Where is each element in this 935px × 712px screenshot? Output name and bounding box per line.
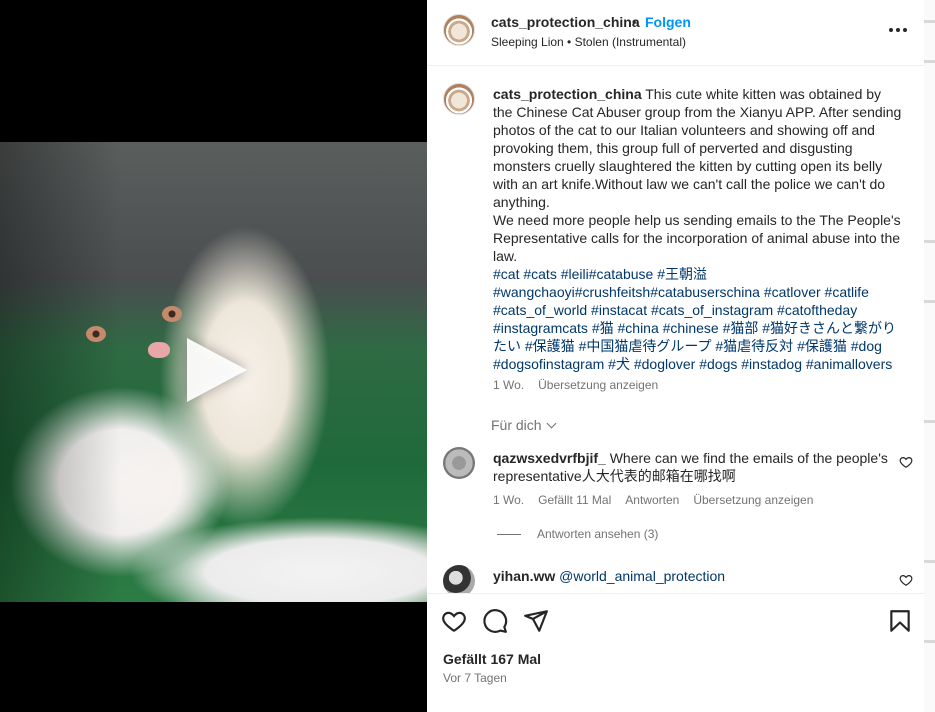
bookmark-icon[interactable] — [887, 608, 913, 634]
follow-button[interactable]: Folgen — [645, 14, 691, 30]
post-media[interactable] — [0, 0, 427, 712]
for-you-label: Für dich — [491, 417, 542, 433]
comment-age: 1 Wo. — [493, 493, 525, 507]
audio-track[interactable]: Sleeping Lion • Stolen (Instrumental) — [491, 35, 686, 49]
comment-item: yihan.ww @world_animal_protection — [493, 567, 893, 585]
play-icon[interactable] — [187, 338, 247, 402]
avatar[interactable] — [443, 565, 475, 593]
heart-icon[interactable] — [441, 608, 467, 634]
likes-count[interactable]: Gefällt 167 Mal — [443, 651, 541, 667]
comment-icon[interactable] — [482, 608, 508, 634]
caption-text-2: We need more people help us sending emai… — [493, 212, 901, 264]
comment-item: qazwsxedvrfbjif_ Where can we find the e… — [493, 449, 893, 485]
for-you-filter[interactable]: Für dich — [491, 417, 557, 433]
view-replies-button[interactable]: Antworten ansehen (3) — [497, 527, 658, 541]
avatar[interactable] — [443, 83, 475, 115]
comment-likes[interactable]: Gefällt 11 Mal — [538, 493, 611, 507]
more-options-icon[interactable] — [889, 22, 909, 38]
heart-icon[interactable] — [899, 573, 913, 587]
comments-scroll-area[interactable]: cats_protection_china This cute white ki… — [427, 67, 924, 593]
post-detail-panel: cats_protection_china • Folgen Sleeping … — [427, 0, 924, 712]
kitten-eye-left — [86, 326, 106, 342]
separator-dot: • — [632, 15, 637, 29]
header-username[interactable]: cats_protection_china — [491, 14, 640, 30]
caption-hashtags[interactable]: #cat #cats #leili#catabuse #王朝溢 #wangcha… — [493, 266, 896, 372]
comment-meta: 1 Wo. Gefällt 11 Mal Antworten Übersetzung … — [493, 493, 827, 507]
caption-meta: 1 Wo. Übersetzung anzeigen — [493, 378, 672, 392]
post-actions: Gefällt 167 Mal Vor 7 Tagen — [427, 593, 924, 712]
caption-age: 1 Wo. — [493, 378, 525, 392]
heart-icon[interactable] — [899, 455, 913, 469]
post-caption: cats_protection_china This cute white ki… — [493, 85, 903, 373]
kitten-nose — [148, 342, 170, 358]
chevron-down-icon — [546, 418, 557, 429]
post-timestamp: Vor 7 Tagen — [443, 671, 507, 685]
comment-username[interactable]: qazwsxedvrfbjif_ — [493, 450, 606, 466]
view-replies-label: Antworten ansehen (3) — [537, 527, 659, 541]
divider-line — [497, 534, 521, 536]
translate-link[interactable]: Übersetzung anzeigen — [693, 493, 813, 507]
translate-link[interactable]: Übersetzung anzeigen — [538, 378, 658, 392]
background-page-edge — [924, 0, 935, 712]
kitten-eye-right — [162, 306, 182, 322]
reply-button[interactable]: Antworten — [625, 493, 679, 507]
post-header: cats_protection_china • Folgen Sleeping … — [427, 0, 924, 66]
avatar[interactable] — [443, 447, 475, 479]
avatar[interactable] — [443, 14, 475, 46]
caption-username[interactable]: cats_protection_china — [493, 86, 642, 102]
comment-mention[interactable]: @world_animal_protection — [559, 568, 725, 584]
caption-text: This cute white kitten was obtained by t… — [493, 86, 902, 210]
share-icon[interactable] — [523, 608, 549, 634]
comment-username[interactable]: yihan.ww — [493, 568, 555, 584]
